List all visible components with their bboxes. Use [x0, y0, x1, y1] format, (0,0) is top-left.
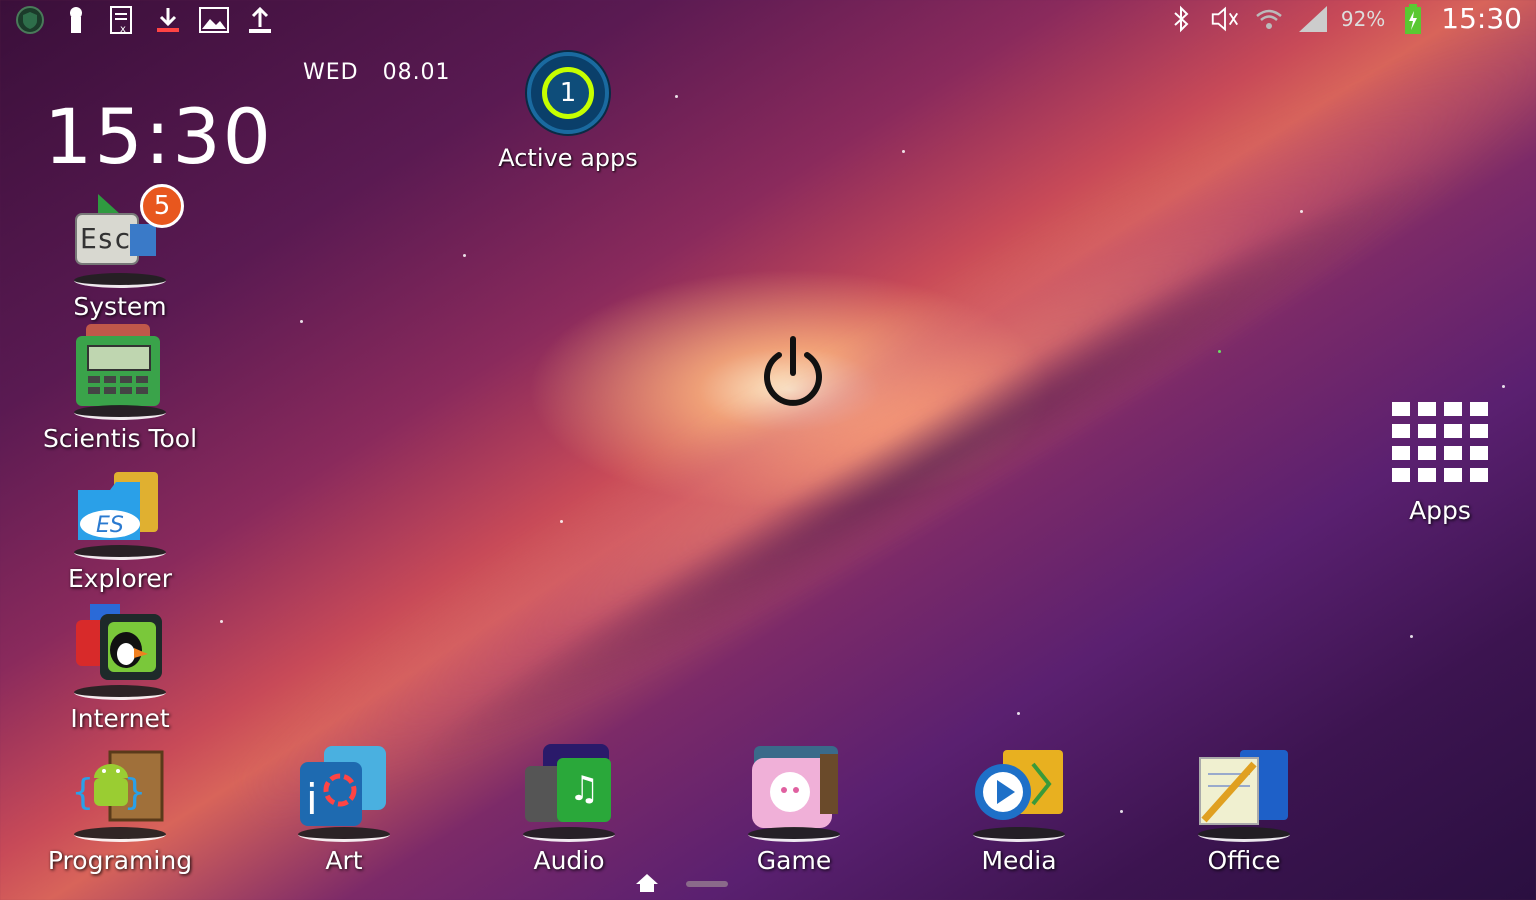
shelf-divider	[298, 827, 390, 842]
power-button[interactable]	[757, 333, 829, 413]
date-label: WED 08.01	[303, 60, 451, 85]
art-icon: i	[294, 744, 394, 842]
upload-icon	[244, 4, 276, 36]
shelf-divider	[523, 827, 615, 842]
page-indicator[interactable]	[686, 881, 728, 887]
active-apps-widget[interactable]: 1 Active apps	[498, 52, 638, 172]
folder-office[interactable]: Office	[1154, 744, 1334, 875]
svg-text:♫: ♫	[569, 769, 599, 809]
bluetooth-icon	[1165, 3, 1197, 35]
document-icon: x	[106, 4, 138, 36]
notification-icons[interactable]: x	[14, 4, 276, 36]
notification-badge: 5	[140, 184, 184, 228]
game-icon	[744, 744, 844, 842]
clock-widget[interactable]: 15:30	[44, 92, 273, 181]
folder-game[interactable]: Game	[704, 744, 884, 875]
folder-programing[interactable]: { } Programing	[30, 744, 210, 875]
active-apps-count: 1	[542, 67, 594, 119]
folder-label: System	[73, 292, 167, 321]
system-icon: Esc 5	[70, 184, 184, 288]
shelf-divider	[74, 545, 166, 560]
folder-art[interactable]: i Art	[254, 744, 434, 875]
shelf-divider	[748, 827, 840, 842]
home-page-icon[interactable]	[634, 872, 660, 898]
svg-text:x: x	[120, 24, 126, 35]
media-icon	[969, 744, 1069, 842]
apps-drawer-button[interactable]: Apps	[1390, 402, 1490, 525]
power-icon	[764, 336, 822, 406]
folder-label: Office	[1207, 846, 1281, 875]
folder-label: Programing	[47, 846, 193, 875]
calculator-icon	[70, 322, 170, 420]
svg-text:{: {	[72, 772, 94, 813]
svg-text:ES: ES	[96, 513, 124, 538]
battery-percent: 92%	[1340, 6, 1386, 31]
shelf-divider	[74, 685, 166, 700]
mute-icon	[1209, 3, 1241, 35]
active-apps-ring-icon: 1	[527, 52, 609, 134]
folder-system[interactable]: Esc 5 System	[30, 184, 210, 321]
wallpaper-dust	[387, 126, 1473, 804]
apps-label: Apps	[1409, 496, 1471, 525]
folder-label: Scientis Tool	[42, 424, 198, 453]
shelf-divider	[74, 273, 166, 288]
image-icon	[198, 4, 230, 36]
folder-explorer[interactable]: ES Explorer	[30, 462, 210, 593]
internet-icon	[70, 602, 170, 700]
download-icon	[152, 4, 184, 36]
audio-icon: ♫	[519, 744, 619, 842]
folder-label: Game	[756, 846, 832, 875]
folder-media[interactable]: Media	[929, 744, 1109, 875]
folder-scientis-tool[interactable]: Scientis Tool	[30, 322, 210, 453]
keyhole-icon	[60, 4, 92, 36]
folder-label: Explorer	[67, 564, 173, 593]
shield-icon	[14, 4, 46, 36]
system-indicators[interactable]: 92% 15:30	[1165, 2, 1522, 35]
signal-icon	[1297, 3, 1329, 35]
folder-label: Art	[325, 846, 363, 875]
active-apps-label: Active apps	[498, 144, 638, 172]
folder-label: Internet	[70, 704, 170, 733]
folder-label: Media	[981, 846, 1057, 875]
shelf-divider	[74, 827, 166, 842]
shelf-divider	[1198, 827, 1290, 842]
folder-audio[interactable]: ♫ Audio	[479, 744, 659, 875]
folder-internet[interactable]: Internet	[30, 602, 210, 733]
shelf-divider	[973, 827, 1065, 842]
battery-charging-icon	[1397, 3, 1429, 35]
folder-label: Audio	[533, 846, 605, 875]
status-time: 15:30	[1441, 2, 1522, 35]
wifi-icon	[1253, 3, 1285, 35]
apps-grid-icon	[1390, 402, 1490, 482]
explorer-icon: ES	[70, 462, 170, 560]
shelf-divider	[74, 405, 166, 420]
office-icon	[1194, 744, 1294, 842]
svg-text:Esc: Esc	[80, 222, 131, 255]
status-bar[interactable]: x 92% 15:30	[0, 0, 1536, 42]
svg-text:i: i	[306, 775, 318, 824]
programing-icon: { }	[70, 744, 170, 842]
